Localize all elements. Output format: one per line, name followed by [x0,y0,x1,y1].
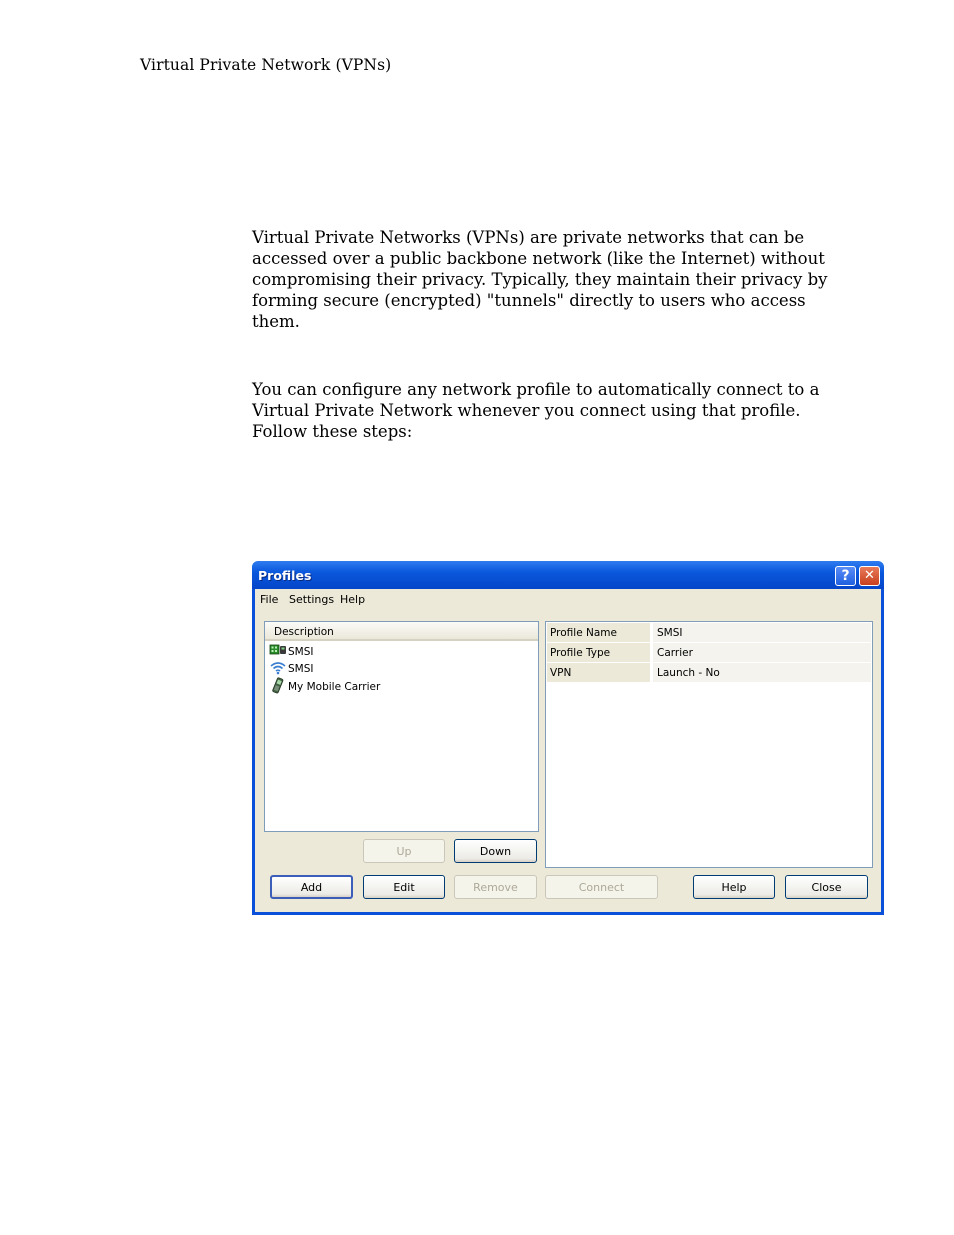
detail-value: Launch - No [653,663,871,682]
menu-help[interactable]: Help [340,593,365,606]
modem-icon [269,643,287,660]
list-item[interactable]: SMSI [269,643,314,659]
dialog-client-area: File Settings Help Description SMSI SMSI… [255,589,881,912]
down-button[interactable]: Down [454,839,537,863]
detail-key: VPN [547,663,650,682]
list-item-label: SMSI [288,663,314,675]
profile-details-grid: Profile Name SMSI Profile Type Carrier V… [545,621,873,868]
wifi-icon [269,660,287,678]
edit-button[interactable]: Edit [363,875,445,899]
menu-file[interactable]: File [260,593,278,606]
detail-key: Profile Type [547,643,650,662]
add-button[interactable]: Add [270,875,353,899]
connect-button[interactable]: Connect [545,875,658,899]
list-item-label: SMSI [288,645,314,658]
menu-bar: File Settings Help [255,589,881,609]
menu-settings[interactable]: Settings [289,593,334,606]
detail-row-vpn: VPN Launch - No [547,663,871,682]
up-button[interactable]: Up [363,839,445,863]
list-item-label: My Mobile Carrier [288,681,381,693]
description-column-header[interactable]: Description [265,622,538,641]
detail-row-profile-name: Profile Name SMSI [547,623,871,642]
help-title-button[interactable]: ? [835,566,856,586]
instructions-paragraph: You can configure any network profile to… [252,380,820,441]
close-title-button[interactable]: ✕ [859,566,880,586]
remove-button[interactable]: Remove [454,875,537,899]
running-header: Virtual Private Network (VPNs) [140,56,392,74]
close-button[interactable]: Close [785,875,868,899]
profiles-dialog: Profiles ? ✕ File Settings Help Descript… [252,561,884,915]
detail-row-profile-type: Profile Type Carrier [547,643,871,662]
detail-value: Carrier [653,643,871,662]
title-bar[interactable]: Profiles ? ✕ [252,561,884,589]
detail-value: SMSI [653,623,871,642]
profile-list[interactable]: Description SMSI SMSI My Mobile Carrier [264,621,539,832]
help-button[interactable]: Help [693,875,775,899]
mobile-phone-icon [269,677,287,697]
list-item[interactable]: My Mobile Carrier [269,677,381,694]
list-item[interactable]: SMSI [269,660,314,676]
intro-paragraph: Virtual Private Networks (VPNs) are priv… [252,228,828,331]
detail-key: Profile Name [547,623,650,642]
dialog-title: Profiles [258,568,312,583]
